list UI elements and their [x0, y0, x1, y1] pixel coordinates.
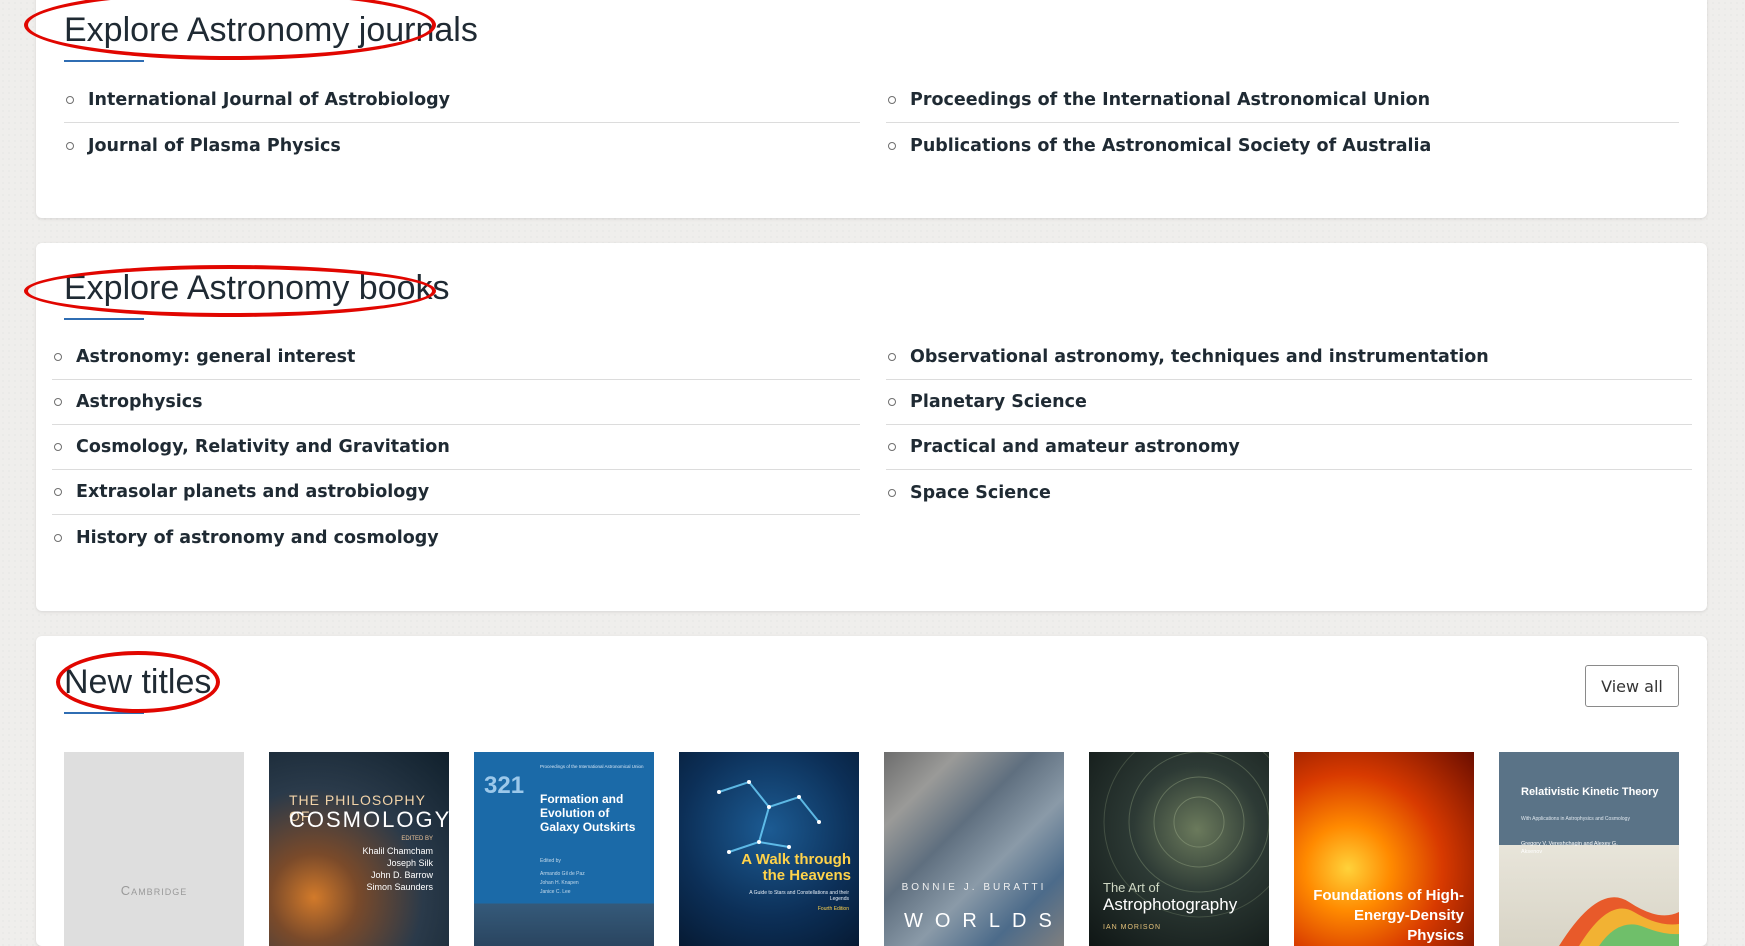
- cover-editor-list: Armando Gil de Paz Johan H. Knapen Janic…: [540, 870, 585, 897]
- journal-link[interactable]: Proceedings of the International Astrono…: [910, 90, 1430, 110]
- circle-bullet-icon: [54, 488, 62, 496]
- list-item[interactable]: Space Science: [886, 470, 1692, 515]
- new-titles-card: New titles View all Cambridge THE PHILOS…: [36, 636, 1707, 946]
- new-titles-section-title: New titles: [64, 663, 212, 701]
- surface-plot-illustration: [1559, 897, 1679, 946]
- circle-bullet-icon: [66, 141, 74, 150]
- cover-title-small: The Art of: [1103, 880, 1160, 895]
- books-list-left: Astronomy: general interest Astrophysics…: [52, 335, 860, 560]
- list-item[interactable]: Practical and amateur astronomy: [886, 425, 1692, 470]
- subject-link[interactable]: Astronomy: general interest: [76, 347, 355, 367]
- cover-author: IAN MORISON: [1103, 924, 1162, 931]
- subject-link[interactable]: Extrasolar planets and astrobiology: [76, 482, 429, 502]
- list-item[interactable]: Cosmology, Relativity and Gravitation: [52, 425, 860, 470]
- book-cover-high-energy-density-physics[interactable]: Foundations of High-Energy-Density Physi…: [1294, 752, 1474, 946]
- circle-bullet-icon: [54, 398, 62, 406]
- circle-bullet-icon: [888, 141, 896, 150]
- cover-author: BONNIE J. BURATTI: [901, 882, 1047, 893]
- cover-title: Foundations of High-Energy-Density Physi…: [1313, 887, 1464, 944]
- cover-editor: Armando Gil de Paz: [540, 871, 585, 877]
- circle-bullet-icon: [888, 353, 896, 361]
- subject-link[interactable]: Space Science: [910, 483, 1051, 503]
- cambridge-logo-text: Cambridge: [120, 883, 188, 898]
- cover-author: Simon Saunders: [366, 882, 433, 892]
- subject-link[interactable]: Practical and amateur astronomy: [910, 437, 1240, 457]
- journals-card: Explore Astronomy journals International…: [24, 0, 1707, 218]
- list-item[interactable]: Observational astronomy, techniques and …: [886, 335, 1692, 380]
- book-cover-worlds[interactable]: BONNIE J. BURATTI WORLDS: [884, 752, 1064, 946]
- book-cover-galaxy-outskirts[interactable]: Proceedings of the International Astrono…: [474, 752, 654, 946]
- list-item[interactable]: Astrophysics: [52, 380, 860, 425]
- cover-author-list: Khalil Chamcham Joseph Silk John D. Barr…: [362, 845, 433, 893]
- book-cover-cambridge[interactable]: Cambridge: [64, 752, 244, 946]
- books-title-underline: [64, 318, 144, 320]
- journals-list-right: Proceedings of the International Astrono…: [886, 78, 1679, 168]
- new-titles-title-underline: [64, 712, 144, 714]
- list-item[interactable]: History of astronomy and cosmology: [52, 515, 860, 560]
- journals-list-left: International Journal of Astrobiology Jo…: [64, 78, 860, 168]
- circle-bullet-icon: [888, 443, 896, 451]
- cover-edited-by: Edited by: [540, 858, 561, 864]
- subject-link[interactable]: Planetary Science: [910, 392, 1087, 412]
- circle-bullet-icon: [54, 443, 62, 451]
- cover-editor: Johan H. Knapen: [540, 880, 579, 886]
- subject-link[interactable]: Cosmology, Relativity and Gravitation: [76, 437, 450, 457]
- cover-title: Formation and Evolution of Galaxy Outski…: [540, 792, 636, 834]
- cover-title-main: COSMOLOGY: [289, 807, 449, 832]
- list-item[interactable]: Planetary Science: [886, 380, 1692, 425]
- list-item[interactable]: Astronomy: general interest: [52, 335, 860, 380]
- books-list-right: Observational astronomy, techniques and …: [886, 335, 1692, 515]
- journals-section-title: Explore Astronomy journals: [64, 11, 478, 49]
- journal-link[interactable]: Journal of Plasma Physics: [88, 136, 341, 156]
- books-card: Explore Astronomy books Astronomy: gener…: [24, 243, 1707, 611]
- cover-volume-number: 321: [484, 772, 525, 799]
- subject-link[interactable]: History of astronomy and cosmology: [76, 528, 439, 548]
- cover-series: Proceedings of the International Astrono…: [540, 764, 644, 769]
- circle-bullet-icon: [66, 96, 74, 104]
- list-item[interactable]: International Journal of Astrobiology: [64, 78, 860, 123]
- circle-bullet-icon: [54, 353, 62, 361]
- books-section-title: Explore Astronomy books: [64, 269, 450, 307]
- journal-link[interactable]: Publications of the Astronomical Society…: [910, 136, 1431, 156]
- constellation-illustration: [717, 780, 821, 854]
- view-all-button[interactable]: View all: [1585, 665, 1679, 707]
- cover-title: WORLDS: [904, 910, 1064, 932]
- cover-edition: Fourth Edition: [817, 906, 849, 912]
- journal-link[interactable]: International Journal of Astrobiology: [88, 90, 450, 110]
- book-cover-relativistic-kinetic-theory[interactable]: Relativistic Kinetic Theory With Applica…: [1499, 752, 1679, 946]
- circle-bullet-icon: [888, 488, 896, 497]
- cover-edited-by: EDITED BY: [401, 836, 433, 842]
- cover-author: Khalil Chamcham: [362, 846, 433, 856]
- book-cover-philosophy-of-cosmology[interactable]: THE PHILOSOPHY OF COSMOLOGY EDITED BY Kh…: [269, 752, 449, 946]
- circle-bullet-icon: [54, 533, 62, 542]
- circle-bullet-icon: [888, 96, 896, 104]
- star-trails-illustration: [1103, 752, 1269, 918]
- book-cover-art-of-astrophotography[interactable]: The Art of Astrophotography IAN MORISON: [1089, 752, 1269, 946]
- subject-link[interactable]: Observational astronomy, techniques and …: [910, 347, 1489, 367]
- journals-title-underline: [64, 60, 144, 62]
- cover-author: John D. Barrow: [370, 870, 433, 880]
- cover-author: Joseph Silk: [386, 858, 433, 868]
- list-item[interactable]: Publications of the Astronomical Society…: [886, 123, 1679, 168]
- circle-bullet-icon: [888, 398, 896, 406]
- list-item[interactable]: Extrasolar planets and astrobiology: [52, 470, 860, 515]
- cover-title-main: Astrophotography: [1103, 895, 1238, 914]
- cover-editor: Janice C. Lee: [540, 889, 571, 895]
- book-cover-walk-through-heavens[interactable]: A Walk through the Heavens A Guide to St…: [679, 752, 859, 946]
- subject-link[interactable]: Astrophysics: [76, 392, 203, 412]
- cover-title: A Walk through the Heavens: [741, 851, 851, 884]
- list-item[interactable]: Journal of Plasma Physics: [64, 123, 860, 168]
- cover-subtitle: A Guide to Stars and Constellations and …: [749, 890, 849, 902]
- list-item[interactable]: Proceedings of the International Astrono…: [886, 78, 1679, 123]
